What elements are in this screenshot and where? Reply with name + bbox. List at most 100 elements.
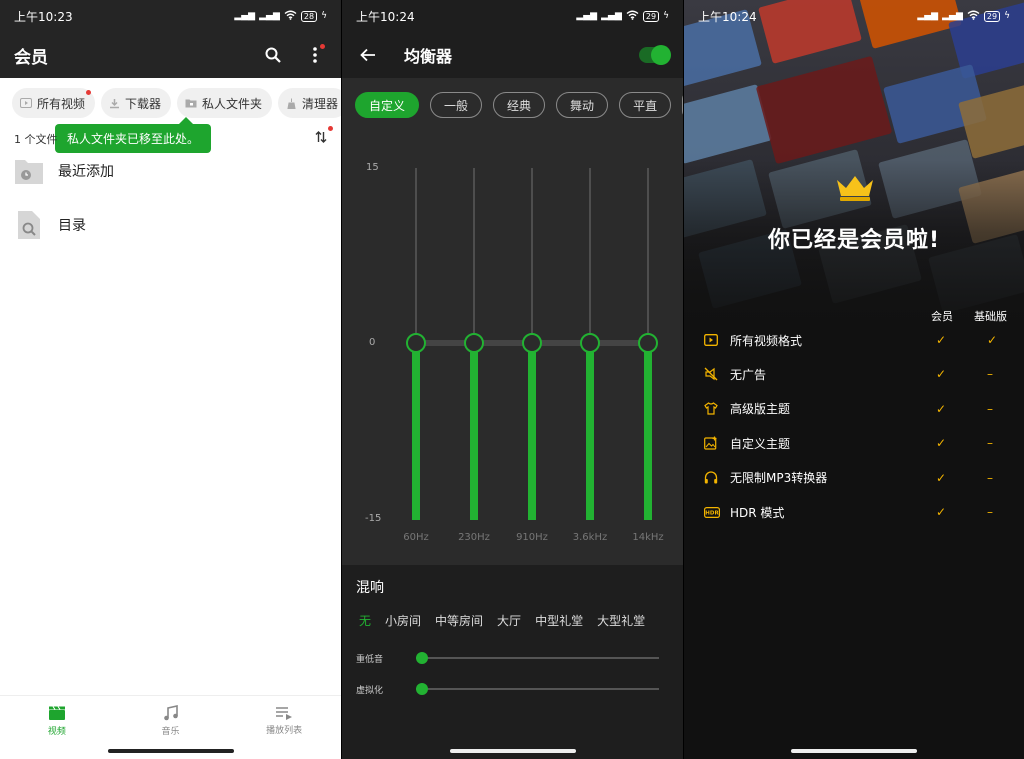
preset-custom[interactable]: 自定义 — [355, 92, 420, 118]
play-icon — [20, 98, 32, 108]
reverb-title: 混响 — [356, 580, 384, 596]
member-check: ✓ — [936, 470, 947, 485]
reverb-option-none[interactable]: 无 — [359, 612, 371, 629]
reverb-options: 无 小房间 中等房间 大厅 中型礼堂 大型礼堂 — [359, 612, 645, 629]
nav-playlists[interactable]: 播放列表 — [227, 696, 341, 745]
list-item-recently-added[interactable]: 最近添加 — [14, 157, 114, 185]
preset-flat[interactable]: 平直 — [619, 92, 672, 118]
reverb-option-medium-auditorium[interactable]: 中型礼堂 — [535, 612, 583, 629]
feature-name: 所有视频格式 — [730, 333, 803, 348]
chip-private-folder[interactable]: 私人文件夹 — [177, 88, 273, 118]
feature-row: 自定义主题 ✓ – — [704, 433, 1008, 453]
list-item-directory[interactable]: 目录 — [14, 210, 86, 240]
chip-label: 所有视频 — [37, 96, 86, 111]
notification-dot — [320, 44, 325, 49]
playlist-icon — [276, 706, 293, 720]
frequency-label: 14kHz — [632, 532, 664, 543]
column-header-member: 会员 — [931, 310, 953, 323]
preset-more[interactable] — [682, 92, 683, 118]
slider-label: 虚拟化 — [356, 685, 384, 696]
feature-name: 高级版主题 — [730, 402, 791, 417]
reverb-option-large-auditorium[interactable]: 大型礼堂 — [597, 612, 645, 629]
status-icons: ▂▄▆ ▂▄▆ 29 ϟ — [917, 10, 1010, 23]
sort-icon — [315, 131, 327, 143]
file-count: 1 个文件 — [14, 133, 58, 146]
list-item-label: 目录 — [58, 218, 86, 234]
back-button[interactable] — [356, 43, 380, 67]
status-icons: ▂▄▆ ▂▄▆ 29 ϟ — [576, 10, 669, 23]
page-title: 会员 — [14, 47, 48, 68]
member-check: ✓ — [936, 367, 947, 382]
slider-track[interactable] — [416, 652, 659, 664]
basic-value: – — [987, 436, 993, 451]
reverb-option-medium-room[interactable]: 中等房间 — [435, 612, 483, 629]
app-bar: 均衡器 — [342, 32, 683, 78]
page-title: 均衡器 — [404, 47, 453, 66]
slider-label: 重低音 — [356, 654, 384, 665]
more-vertical-icon — [313, 47, 317, 63]
band-knob[interactable] — [522, 333, 542, 353]
shortcut-chips: 所有视频 下载器 私人文件夹 清理器 — [12, 88, 341, 118]
sort-button[interactable] — [315, 126, 333, 148]
charging-icon: ϟ — [321, 11, 327, 21]
nav-label: 音乐 — [161, 726, 180, 737]
basic-value: – — [987, 367, 993, 382]
reverb-option-small-room[interactable]: 小房间 — [385, 612, 421, 629]
equalizer-toggle[interactable] — [639, 45, 671, 65]
band-knob[interactable] — [638, 333, 658, 353]
folder-clock-icon — [15, 160, 43, 184]
search-icon — [265, 47, 281, 63]
preset-classical[interactable]: 经典 — [493, 92, 546, 118]
band-knob[interactable] — [406, 333, 426, 353]
slider-knob[interactable] — [416, 652, 428, 664]
list-item-label: 最近添加 — [58, 164, 114, 180]
broom-icon — [287, 98, 296, 109]
battery-indicator: 29 — [642, 10, 660, 22]
preset-normal[interactable]: 一般 — [430, 92, 483, 118]
member-check: ✓ — [936, 333, 947, 347]
status-time: 上午10:24 — [356, 9, 415, 24]
chip-label: 私人文件夹 — [202, 96, 263, 111]
charging-icon: ϟ — [1004, 11, 1010, 21]
home-indicator[interactable] — [449, 749, 576, 753]
preset-dance[interactable]: 舞动 — [556, 92, 609, 118]
band-knob[interactable] — [580, 333, 600, 353]
virtualizer-slider[interactable]: 虚拟化 — [356, 683, 659, 696]
bass-boost-slider[interactable]: 重低音 — [356, 652, 659, 665]
home-indicator[interactable] — [107, 749, 234, 753]
nav-music[interactable]: 音乐 — [114, 696, 228, 745]
band-knob[interactable] — [464, 333, 484, 353]
frequency-label: 3.6kHz — [572, 532, 608, 543]
svg-text:HDR: HDR — [705, 510, 719, 516]
basic-value: – — [987, 470, 993, 485]
wifi-icon — [284, 10, 297, 23]
hdr-icon: HDR — [704, 506, 722, 518]
signal-icon-2: ▂▄▆ — [259, 11, 280, 21]
slider-track[interactable] — [416, 683, 659, 695]
basic-value: ✓ — [987, 333, 998, 347]
feature-name: 自定义主题 — [730, 436, 791, 451]
reverb-option-hall[interactable]: 大厅 — [497, 612, 521, 629]
band-bar — [412, 343, 420, 520]
wifi-icon — [626, 10, 639, 23]
member-check: ✓ — [936, 401, 947, 416]
image-edit-icon — [704, 436, 722, 450]
home-indicator[interactable] — [791, 749, 917, 753]
chip-all-videos[interactable]: 所有视频 — [12, 88, 96, 118]
notification-dot — [86, 90, 92, 95]
search-button[interactable] — [261, 43, 285, 67]
signal-icon-2: ▂▄▆ — [601, 11, 622, 21]
nav-label: 视频 — [47, 726, 66, 737]
slider-knob[interactable] — [416, 683, 428, 695]
chip-cleaner[interactable]: 清理器 — [278, 88, 341, 118]
status-time: 上午10:23 — [14, 9, 73, 24]
nav-videos[interactable]: 视频 — [0, 696, 114, 745]
private-folder-tooltip[interactable]: 私人文件夹已移至此处。 — [55, 117, 212, 153]
band-bar — [586, 343, 594, 520]
no-ads-icon — [704, 367, 722, 381]
chip-downloader[interactable]: 下载器 — [101, 88, 172, 118]
more-menu-button[interactable] — [303, 43, 327, 67]
status-icons: ▂▄▆ ▂▄▆ 28 ϟ — [234, 10, 327, 23]
basic-value: – — [987, 401, 993, 416]
poster-collage-image — [684, 0, 1024, 330]
